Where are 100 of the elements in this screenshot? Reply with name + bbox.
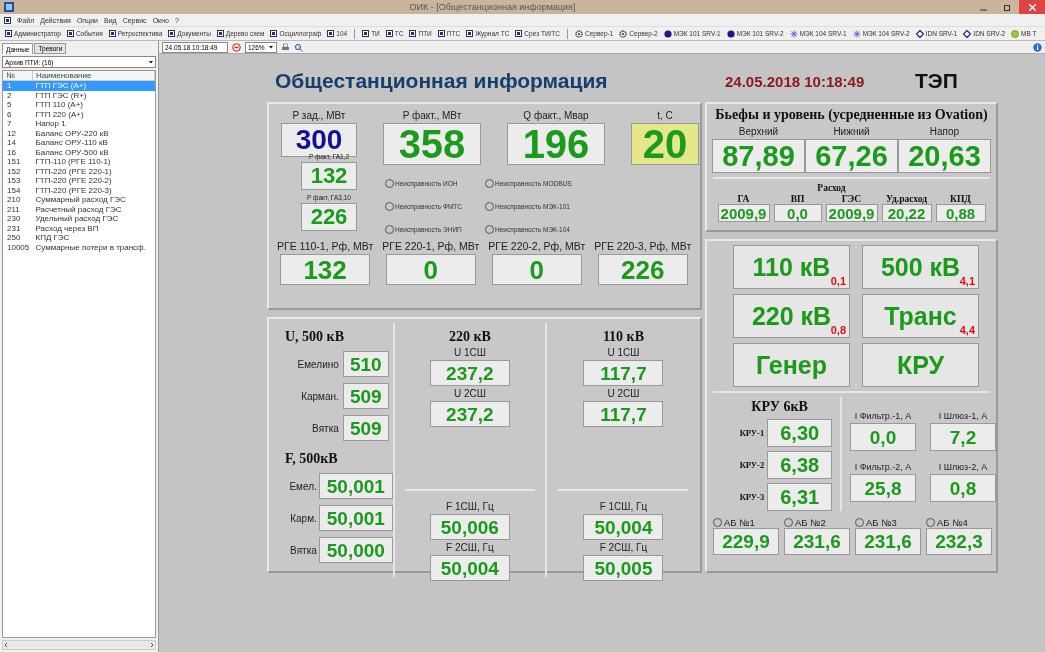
value-label: ГА [737,194,750,204]
value-display: 510 [342,351,389,377]
list-row[interactable]: 151 ГТП-110 (РГЕ 110-1) [3,157,155,167]
list-row[interactable]: 210 Суммарный расход ГЭС [3,195,155,205]
stop-icon[interactable] [232,42,241,52]
value-label: ГЭС [841,194,862,204]
diamond-icon [915,29,924,38]
value-label: U 1СШ [453,347,486,358]
app-icon [4,2,14,12]
alarm-count: 0,1 [830,275,846,287]
row-name: Расчетный расход ГЭС [34,204,123,214]
snowflake-icon [852,29,861,38]
list-row[interactable]: 211 Расчетный расход ГЭС [3,204,155,214]
window-title: ОИК - [Общестанционная информация] [408,2,577,12]
window-icon [270,30,278,37]
window-icon [409,30,417,37]
window-icon [108,30,116,37]
value-display: 2009,9 [825,204,878,222]
value-display: 0 [491,254,582,285]
row-number: 10005 [6,242,31,252]
restore-icon [1003,3,1011,11]
row-number: 14 [6,138,17,148]
page-title: Общестанционная информация [275,69,609,93]
column-header[interactable]: № [3,71,33,80]
diamond-icon [963,29,972,38]
horizontal-scrollbar[interactable] [2,640,156,650]
value-label: РГЕ 220-2, Рф, МВт [488,240,586,252]
value-label: РГЕ 110-1, Рф, МВт [277,240,374,252]
value-display: 2009,9 [717,204,770,222]
window-icon [466,30,474,37]
printer-icon[interactable] [281,42,290,52]
value-display: 132 [280,254,371,285]
value-label: P факт., МВт [402,110,462,121]
value-display: 226 [597,254,688,285]
scroll-left-icon[interactable] [3,642,9,648]
value-label: I Шлюз-2, А [938,462,988,472]
row-number: 231 [6,223,22,233]
window-icon [437,30,445,37]
row-number: 5 [6,100,13,110]
value-label: РГЕ 220-1, Рф, МВт [382,240,480,252]
list-row[interactable]: 154 ГТП-220 (РГЕ 220-3) [3,185,155,195]
value-display: 231,6 [784,528,850,555]
row-name: ГТП-110 (РГЕ 110-1) [34,157,112,167]
value-display: 50,005 [583,555,664,581]
value-label: Уд.расход [885,194,927,204]
row-name: Баланс ОРУ-500 кВ [34,147,110,157]
value-label: АБ №3 [866,517,897,528]
row-number: 250 [6,233,22,243]
list-row[interactable]: 5 ГТП 110 (А+) [3,100,155,110]
list-row[interactable]: 14 Баланс ОРУ-110 кВ [3,138,155,148]
row-name: ГТП-220 (РГЕ 220-2) [34,176,113,186]
value-label: U 2СШ [453,388,486,399]
window-icon [216,30,224,37]
search-icon[interactable] [294,42,303,52]
row-number: 7 [6,119,13,129]
snowflake-icon [789,29,798,38]
close-button[interactable] [1019,0,1045,14]
value-display: 117,7 [583,360,664,386]
column-header[interactable]: Наименование [33,71,155,80]
value-display: 20,22 [881,204,932,222]
row-number: 6 [6,109,13,119]
value-label: F 1СШ, Гц [599,501,648,512]
value-display: 117,7 [583,401,664,427]
group-title: 220 кВ [448,329,491,345]
row-number: 211 [6,204,21,214]
list-row[interactable]: 231 Расход через ВП [3,223,155,233]
row-number: 152 [6,166,22,176]
list-row[interactable]: 230 Удельный расход ГЭС [3,214,155,224]
value-label: КРУ-2 [739,460,765,470]
group-title: F, 500кВ [285,451,339,467]
help-icon[interactable] [1033,42,1042,52]
scroll-right-icon[interactable] [149,642,155,648]
list-row[interactable]: 6 ГТП 220 (А+) [3,109,155,119]
list-row[interactable]: 152 ГТП-220 (РГЕ 220-1) [3,166,155,176]
row-name: КПД ГЭС [34,233,71,243]
value-label: P зад., МВт [292,110,346,121]
row-name: ГТП ГЭС (А+) [34,81,88,91]
value-display: 50,001 [318,505,393,531]
row-number: 154 [6,185,22,195]
value-display: 50,004 [429,555,510,581]
list-row[interactable]: 16 Баланс ОРУ-500 кВ [3,147,155,157]
row-name: ГТП 220 (А+) [34,109,85,119]
value-label: КПД [950,194,971,204]
list-row[interactable]: 12 Баланс ОРУ-220 кВ [3,128,155,138]
list-row[interactable]: 10005 Суммарные потери в трансф. [3,242,155,252]
value-display: 196 [507,123,605,165]
window-icon [362,30,370,37]
list-row[interactable]: 2 ГТП ГЭС (R+) [3,90,155,100]
list-row[interactable]: 7 Напор 1 [3,119,155,129]
list-row[interactable]: 153 ГТП-220 (РГЕ 220-2) [3,176,155,186]
value-label: t, С [657,110,673,121]
value-label: F 2СШ, Гц [599,542,648,553]
window-icon [385,30,393,37]
caret-icon [268,44,274,50]
value-display: 7,2 [930,423,996,451]
value-display: 50,006 [429,514,510,540]
row-number: 16 [6,147,17,157]
value-display: 509 [342,383,389,409]
window-icon [168,30,176,37]
list-row[interactable]: 250 КПД ГЭС [3,233,155,243]
